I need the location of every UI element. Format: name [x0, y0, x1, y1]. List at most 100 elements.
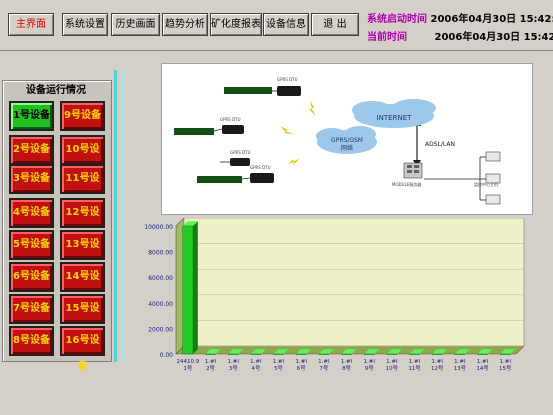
bar	[250, 353, 262, 355]
meter-device-icon	[197, 176, 242, 183]
device-button[interactable]: 8号设备	[9, 326, 54, 356]
device-button[interactable]: 13号设备	[60, 230, 105, 276]
device-button[interactable]: 1号设备	[9, 101, 54, 131]
y-tick-label: 10000.00	[144, 224, 173, 231]
device-value-chart: 0.00 2000.00 4000.00 6000.00 8000.00 10000.00…	[128, 217, 538, 378]
bar-value-label: 1.#I	[273, 359, 285, 365]
meter-device-icon	[224, 87, 272, 94]
bar-value-label: 1.#I	[499, 359, 511, 365]
device-button[interactable]: 14号设备	[60, 262, 105, 308]
dtu-label: GPRS DTU	[220, 117, 241, 122]
meter-device-icon	[174, 128, 214, 135]
terminal-icon	[485, 194, 501, 205]
device-button[interactable]: 12号设备	[60, 198, 105, 244]
x-tick-label: 11号	[408, 365, 421, 372]
dtu-label: GPRS DTU	[250, 165, 271, 170]
bar-value-label: 1.#I	[363, 359, 375, 365]
device-button[interactable]: 11号设备	[60, 164, 105, 210]
bar	[341, 353, 352, 355]
bar	[318, 353, 330, 355]
server-label: MODULE服务器	[392, 181, 421, 187]
start-time-label: 系统启动时间	[367, 14, 427, 25]
gprs-label: GPRS/GSM	[331, 137, 363, 144]
device-button[interactable]: 6号设备	[9, 262, 54, 292]
device-button[interactable]: 10号设备	[60, 135, 105, 181]
terminal-label: 监控中心主机	[474, 181, 498, 187]
terminal-icon	[485, 151, 501, 162]
bar	[386, 353, 398, 355]
toolbar-button[interactable]: 趋势分析	[162, 13, 208, 36]
device-button[interactable]: 4号设备	[9, 198, 54, 228]
bar-value-label: 1.#I	[431, 359, 443, 365]
bar-value-label: 24410.9	[177, 359, 200, 365]
x-tick-label: 12号	[431, 365, 444, 372]
internet-label: INTERNET	[377, 114, 413, 122]
x-tick-label: 9号	[365, 365, 374, 372]
y-tick-label: 6000.00	[148, 275, 173, 282]
x-tick-label: 4号	[251, 365, 260, 372]
bar-value-label: 1.#I	[318, 359, 330, 365]
x-tick-label: 3号	[229, 365, 238, 372]
bar	[227, 353, 239, 355]
y-tick-label: 8000.00	[148, 250, 173, 257]
dtu-device-icon	[222, 125, 244, 134]
toolbar-button[interactable]: 退 出	[311, 13, 359, 36]
bar-value-label: 1.#I	[205, 359, 217, 365]
x-tick-label: 7号	[319, 365, 328, 372]
x-tick-label: 8号	[342, 365, 351, 372]
server-icon	[403, 162, 423, 179]
dtu-device-icon	[230, 158, 250, 166]
device-button[interactable]: 9号设备	[60, 101, 105, 131]
gprs-sub-label: 网络	[341, 144, 353, 152]
device-button[interactable]: 7号设备	[9, 294, 54, 324]
separator-bar	[121, 70, 123, 362]
current-time-row: 当前时间 2006年04月30日 15:42:46	[367, 28, 553, 43]
start-time-value: 2006年04月30日 15:42:43	[430, 14, 553, 25]
toolbar-button[interactable]: 系统设置	[62, 13, 108, 36]
device-button[interactable]: 15号设备	[60, 294, 105, 340]
lightning-icon	[288, 158, 300, 165]
bar-side	[193, 221, 198, 354]
bar-value-label: 1.#I	[409, 359, 421, 365]
toolbar: 主界面 系统设置 历史画面 趋势分析 矿化度报表 设备信息退 出 系统启动时间 2006年…	[0, 0, 553, 51]
dtu-device-icon	[277, 86, 301, 96]
x-tick-label: 2号	[206, 365, 215, 372]
lightning-icon	[280, 126, 294, 134]
x-tick-label: 10号	[386, 365, 399, 372]
dtu-label: GPRS DTU	[277, 77, 298, 82]
bar-value-label: 1.#I	[454, 359, 466, 365]
network-diagram: INTERNET GPRS/GSM 网络 ADSL/LAN GPRS DTU G…	[161, 63, 533, 215]
device-button[interactable]: 5号设备	[9, 230, 54, 260]
x-tick-label: 5号	[274, 365, 283, 372]
device-panel-title: 设备运行情况	[26, 85, 86, 96]
dtu-device-icon	[250, 173, 274, 183]
x-tick-label: 6号	[297, 365, 306, 372]
device-button[interactable]: 3号设备	[9, 164, 54, 194]
x-tick-label: 1号	[183, 365, 192, 372]
current-time-label: 当前时间	[367, 32, 407, 43]
bar	[363, 353, 375, 355]
x-tick-label: 14号	[476, 365, 489, 372]
toolbar-button[interactable]: 设备信息	[263, 13, 309, 36]
toolbar-button[interactable]: 主界面	[8, 13, 54, 36]
toolbar-button[interactable]: 历史画面	[111, 13, 160, 36]
bar	[409, 353, 420, 355]
x-tick-label: 13号	[454, 365, 467, 372]
toolbar-button[interactable]: 矿化度报表	[210, 13, 262, 36]
y-tick-label: 4000.00	[148, 301, 173, 308]
separator-bar	[114, 70, 117, 362]
x-tick-label: 15号	[499, 365, 512, 372]
start-time-row: 系统启动时间 2006年04月30日 15:42:43	[367, 10, 553, 25]
y-tick-label: 0.00	[160, 352, 174, 359]
bar	[182, 225, 194, 355]
bar-chart-svg: 0.00 2000.00 4000.00 6000.00 8000.00 10000.00…	[144, 217, 525, 372]
bar-value-label: 1.#I	[227, 359, 239, 365]
device-button[interactable]: 2号设备	[9, 135, 54, 165]
bar	[477, 353, 488, 355]
adsl-label: ADSL/LAN	[425, 141, 455, 148]
bar	[431, 353, 443, 355]
network-diagram-svg: INTERNET GPRS/GSM 网络 ADSL/LAN GPRS DTU G…	[174, 77, 501, 205]
dtu-label: GPRS DTU	[230, 150, 251, 155]
current-time-value: 2006年04月30日 15:42:46	[434, 32, 553, 43]
device-button[interactable]: 16号设备	[60, 326, 105, 372]
